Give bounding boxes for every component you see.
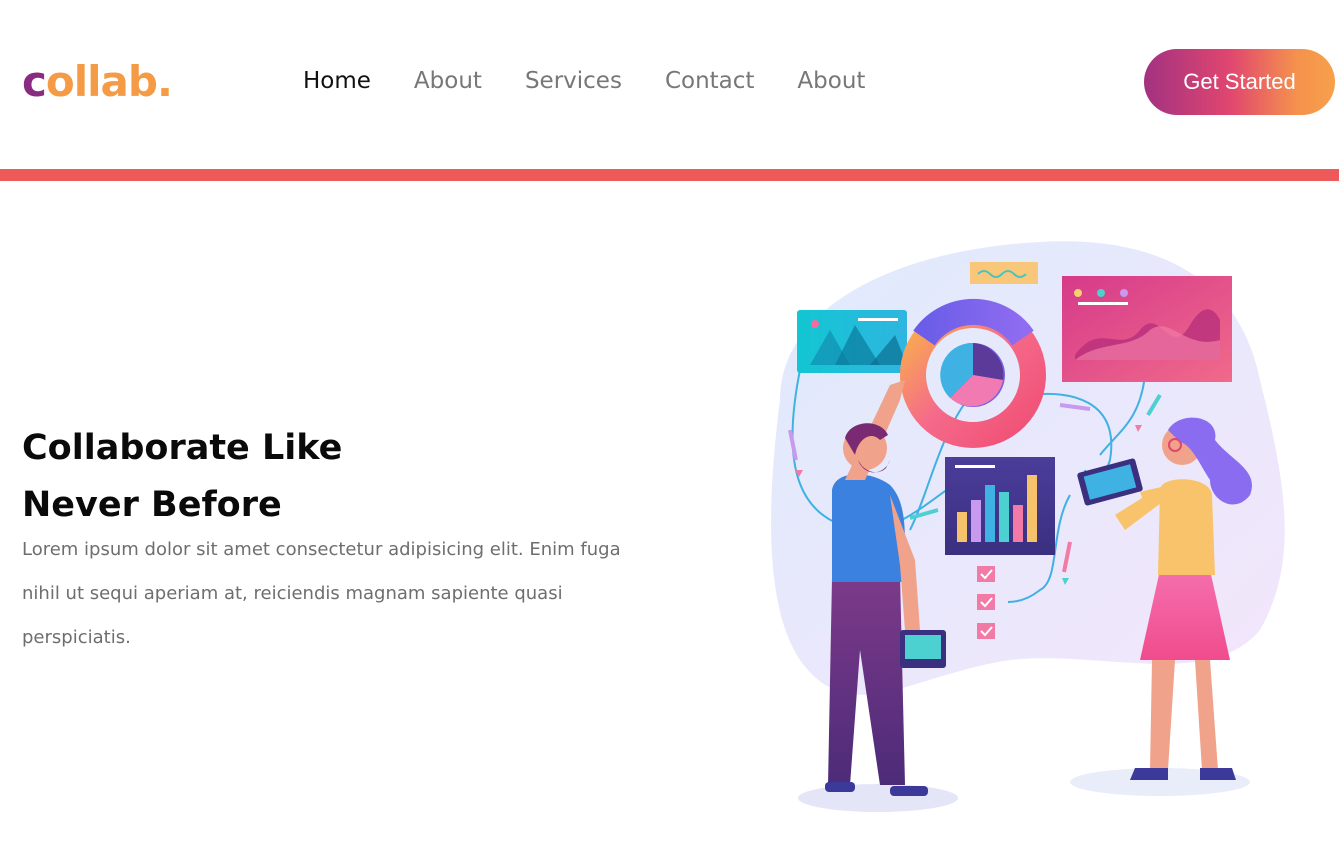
team-analytics-illustration bbox=[771, 241, 1285, 812]
get-started-button[interactable]: Get Started bbox=[1144, 49, 1335, 115]
nav-item-home[interactable]: Home bbox=[303, 65, 371, 97]
nav-item-about-2[interactable]: About bbox=[797, 65, 865, 97]
hero-title: Collaborate Like Never Before bbox=[22, 420, 582, 534]
logo[interactable]: collab. bbox=[22, 52, 173, 112]
hero-title-line-1: Collaborate Like bbox=[22, 428, 343, 468]
site-header: collab. Home About Services Contact Abou… bbox=[0, 0, 1339, 169]
nav-item-contact[interactable]: Contact bbox=[665, 65, 754, 97]
hero-title-line-2: Never Before bbox=[22, 485, 282, 525]
logo-text: ollab. bbox=[45, 57, 173, 106]
nav-item-about[interactable]: About bbox=[414, 65, 482, 97]
hero-description: Lorem ipsum dolor sit amet consectetur a… bbox=[22, 539, 621, 648]
nav-item-services[interactable]: Services bbox=[525, 65, 622, 97]
logo-first-letter: c bbox=[22, 57, 47, 106]
main-nav: Home About Services Contact About bbox=[303, 65, 908, 97]
header-divider bbox=[0, 169, 1339, 181]
